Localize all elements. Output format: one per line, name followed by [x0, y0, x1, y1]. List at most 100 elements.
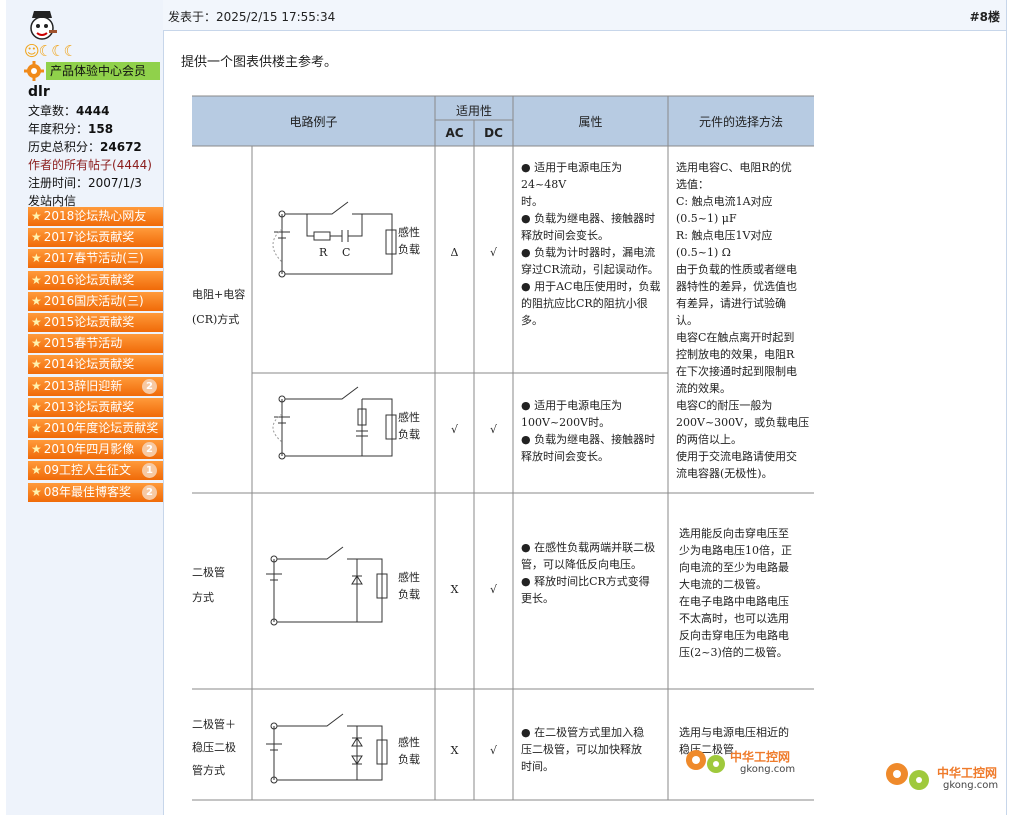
user-group-label: 产品体验中心会员 — [46, 62, 160, 80]
row-dc: √ — [489, 583, 497, 596]
medal-item[interactable]: ★ 2016论坛贡献奖 — [28, 270, 163, 290]
row-property: ● 在感性负载两端并联二极 管，可以降低反向电压。 ● 释放时间比CR方式变得 … — [521, 539, 666, 607]
post-text: 提供一个图表供楼主参考。 — [181, 55, 338, 70]
medal-item[interactable]: ★ 2016国庆活动(三) — [28, 291, 163, 311]
medal-item[interactable]: ★ 2014论坛贡献奖 — [28, 355, 163, 375]
property-line: 100V~200V时。 — [521, 416, 611, 429]
medal-label: 08年最佳博客奖 — [43, 484, 132, 499]
medal-label: 2010年度论坛贡献奖 — [43, 421, 159, 435]
medal-item[interactable]: ★ 2015论坛贡献奖 — [28, 313, 163, 332]
star-icon: ★ — [31, 230, 42, 245]
selection-line: 认。 — [676, 314, 698, 327]
medal-item[interactable]: ★ 2015春节活动 — [28, 334, 163, 354]
diagram-label-line: 感性 — [398, 571, 420, 584]
medal-label: 2010年四月影像 — [43, 442, 135, 457]
medal-label: 2013论坛贡献奖 — [43, 399, 135, 414]
avatar[interactable] — [24, 6, 60, 42]
medal-label: 2015论坛贡献奖 — [43, 315, 135, 329]
star-icon: ★ — [31, 272, 42, 287]
star-icon: ★ — [31, 442, 42, 457]
register-value: 2007/1/3 — [88, 176, 142, 190]
username[interactable]: dlr — [28, 84, 50, 100]
selection-line: (0.5~1) μF — [676, 212, 737, 225]
property-line: ● 负载为继电器、接触器时 — [521, 433, 656, 446]
selection-line: R: 触点电压1V对应 — [676, 229, 773, 242]
diagram-label-line: 负载 — [398, 428, 420, 441]
medal-item[interactable]: ★ 2017论坛贡献奖 — [28, 228, 163, 248]
row-property: ● 适用于电源电压为24~48V 时。 ● 负载为继电器、接触器时 释放时间会变… — [521, 159, 666, 329]
row-name-line: 二极管 — [192, 566, 225, 579]
medal-item[interactable]: ★ 2010年度论坛贡献奖 — [28, 419, 163, 438]
stat-label: 年度积分： — [28, 122, 89, 136]
selection-line: 电容C的耐压一般为 — [676, 399, 773, 412]
property-line: 穿过CR流动，引起误动作。 — [521, 263, 659, 276]
diagram-label: 感性 负载 — [398, 569, 420, 603]
floor-number[interactable]: #8楼 — [970, 8, 1000, 25]
property-line: 的阻抗应比CR的阻抗小很 — [521, 297, 648, 310]
register-label: 注册时间： — [28, 176, 89, 190]
selection-line: 反向击穿电压为电路电 — [679, 629, 789, 642]
star-icon: ★ — [31, 357, 42, 372]
diagram-label-line: 负载 — [398, 243, 420, 256]
diagram-label-line: 负载 — [398, 753, 420, 766]
medal-item[interactable]: ★ 2010年四月影像 2 — [28, 440, 163, 460]
selection-line: 不太高时，也可以选用 — [679, 612, 789, 625]
diagram-label-line: 感性 — [398, 226, 420, 239]
medal-count-badge: 1 — [142, 463, 157, 479]
property-line: 更长。 — [521, 592, 554, 605]
property-line: ● 适用于电源电压为24~48V — [521, 161, 623, 191]
medal-item[interactable]: ★ 2017春节活动(三) — [28, 249, 163, 269]
selection-line: 选值： — [676, 178, 709, 191]
selection-line: 200V~300V，或负载电压 — [676, 416, 810, 429]
register-date: 注册时间：2007/1/3 — [28, 174, 142, 191]
medal-item[interactable]: ★ 2013辞旧迎新 2 — [28, 376, 163, 396]
gear-logo-icon — [886, 763, 929, 790]
selection-line: 使用于交流电路请使用交 — [676, 450, 797, 463]
medal-item[interactable]: ★ 2018论坛热心网友 — [28, 207, 163, 226]
property-line: ● 释放时间比CR方式变得 — [521, 575, 650, 588]
medal-item[interactable]: ★ 2013论坛贡献奖 — [28, 397, 163, 417]
stat-value: 158 — [88, 122, 114, 136]
header-applicability: 适用性 — [455, 104, 492, 118]
property-line: ● 用于AC电压使用时，负载 — [521, 280, 661, 293]
row-property: ● 在二极管方式里加入稳 压二极管，可以加快释放 时间。 — [521, 724, 666, 775]
selection-line: 流的效果。 — [676, 382, 731, 395]
header-dc: DC — [484, 126, 503, 140]
all-posts-label: 作者的所有帖子 — [28, 158, 113, 172]
property-line: 释放时间会变长。 — [521, 229, 609, 242]
property-line: 时间。 — [521, 760, 554, 773]
medal-label: 2018论坛热心网友 — [43, 209, 147, 223]
row-dc: √ — [489, 246, 497, 259]
row-selection: 选用能反向击穿电压至 少为电路电压10倍，正 向电流的至少为电路最 大电流的二极… — [679, 525, 814, 661]
selection-line: 选用电容C、电阻R的优 — [676, 161, 792, 174]
watermark-url: gkong.com — [943, 780, 999, 791]
selection-line: C: 触点电流1A对应 — [676, 195, 773, 208]
star-icon: ★ — [31, 209, 42, 223]
selection-line: (0.5~1) Ω — [676, 246, 731, 259]
selection-line: 选用能反向击穿电压至 — [679, 527, 789, 540]
medal-label: 2015春节活动 — [43, 336, 123, 351]
medal-label: 2017论坛贡献奖 — [43, 230, 135, 245]
star-icon: ★ — [31, 421, 42, 435]
selection-line: 向电流的至少为电路最 — [679, 561, 789, 574]
medal-item[interactable]: ★ 08年最佳博客奖 2 — [28, 482, 163, 502]
header-property: 属性 — [578, 115, 603, 129]
row-ac: X — [450, 744, 459, 757]
gear-icon — [24, 61, 44, 81]
capacitor-label: C — [342, 246, 351, 259]
row-name: 二极管 方式 — [192, 564, 225, 606]
diagram-label: 感性 负载 — [398, 734, 420, 768]
medal-count-badge: 2 — [142, 442, 157, 458]
selection-line: 控制放电的效果，电阻R — [676, 348, 795, 361]
star-icon: ★ — [31, 484, 42, 499]
row-property: ● 适用于电源电压为 100V~200V时。 ● 负载为继电器、接触器时 释放时… — [521, 397, 666, 465]
cr-selection: 选用电容C、电阻R的优 选值： C: 触点电流1A对应 (0.5~1) μF R… — [676, 159, 814, 482]
star-icon: ★ — [31, 336, 42, 351]
all-posts-link[interactable]: 作者的所有帖子(4444) — [28, 156, 152, 173]
post-body: 发表于：2025/2/15 17:55:34 #8楼 提供一个图表供楼主参考。 — [163, 0, 1007, 815]
stat-label: 文章数： — [28, 104, 77, 118]
stat-label: 历史总积分： — [28, 140, 101, 154]
medal-label: 2017春节活动(三) — [43, 251, 144, 266]
star-icon: ★ — [31, 251, 42, 266]
medal-item[interactable]: ★ 09工控人生征文 1 — [28, 461, 163, 481]
